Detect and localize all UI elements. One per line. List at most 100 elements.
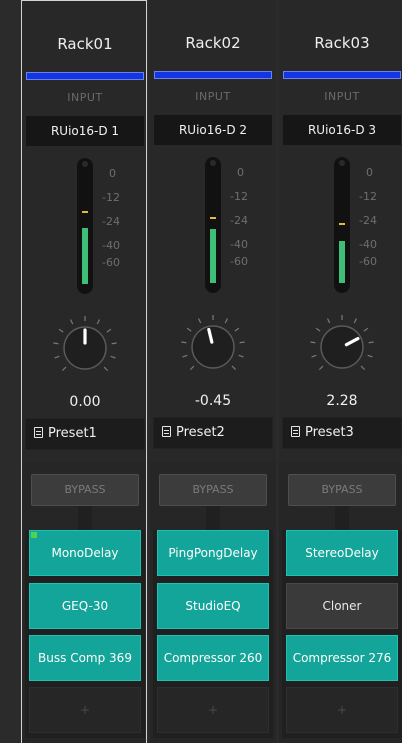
chain-connector xyxy=(206,506,220,530)
knob-tick xyxy=(54,355,60,359)
knob-tick xyxy=(367,354,373,358)
knob-tick xyxy=(310,341,316,344)
knob-body xyxy=(191,325,235,369)
meter-clip-indicator xyxy=(82,161,88,167)
bypass-button[interactable]: BYPASS xyxy=(288,474,396,506)
document-icon xyxy=(34,427,43,438)
knob-tick xyxy=(189,365,195,371)
knob-tick xyxy=(239,341,245,344)
plugin-slot[interactable]: PingPongDelay xyxy=(157,530,269,576)
plugin-slot[interactable]: MonoDelay xyxy=(29,530,141,576)
add-plugin-slot[interactable]: + xyxy=(29,687,141,733)
input-color-bar xyxy=(154,71,272,79)
gain-value: -0.45 xyxy=(194,393,232,409)
input-label: INPUT xyxy=(324,90,360,103)
plugin-name: Compressor 276 xyxy=(292,650,392,665)
plugin-slot[interactable]: Compressor 276 xyxy=(286,635,398,681)
input-source-selector[interactable]: RUio16-D 2 xyxy=(154,115,272,145)
gain-knob[interactable] xyxy=(51,314,119,382)
meter-scale-label: -24 xyxy=(359,214,377,227)
plugin-chain: MonoDelay GEQ-30 Buss Comp 369 + xyxy=(25,530,145,738)
add-plugin-slot[interactable]: + xyxy=(157,687,269,733)
meter-scale-label: -12 xyxy=(102,191,120,204)
preset-selector[interactable]: Preset1 xyxy=(25,418,145,450)
meter-level-fill xyxy=(210,228,216,283)
knob-tick xyxy=(61,366,67,372)
gain-knob[interactable] xyxy=(308,313,376,381)
gain-knob[interactable] xyxy=(179,313,247,381)
knob-tick xyxy=(197,318,202,324)
knob-tick xyxy=(53,342,59,345)
meter-scale-label: -12 xyxy=(230,190,248,203)
knob-tick xyxy=(110,355,116,359)
plugin-slot[interactable]: StudioEQ xyxy=(157,583,269,629)
meter-scale-label: -40 xyxy=(359,238,377,251)
plugin-slot[interactable]: Compressor 260 xyxy=(157,635,269,681)
knob-tick xyxy=(363,327,369,332)
plugin-name: GEQ-30 xyxy=(61,598,109,613)
rack-strip-3[interactable]: Rack03 INPUT RUio16-D 3 0 -12 -24 -40 -6… xyxy=(279,0,402,743)
plugin-slot[interactable]: Buss Comp 369 xyxy=(29,635,141,681)
document-icon xyxy=(291,426,300,437)
meter-scale-label: -60 xyxy=(359,255,377,268)
knob-tick xyxy=(238,354,244,358)
knob-tick xyxy=(326,318,331,324)
knob-graphic xyxy=(310,315,374,371)
meter-peak-marker xyxy=(339,222,345,225)
bypass-button[interactable]: BYPASS xyxy=(159,474,267,506)
input-source-selector[interactable]: RUio16-D 1 xyxy=(26,116,144,146)
plugin-slot[interactable]: Cloner xyxy=(286,583,398,629)
preset-selector[interactable]: Preset2 xyxy=(153,417,273,449)
plugin-chain: StereoDelay Cloner Compressor 276 + xyxy=(282,530,402,738)
knob-tick xyxy=(103,366,109,372)
knob-tick xyxy=(58,328,64,333)
knob-tick xyxy=(315,327,321,332)
plugin-slot[interactable]: StereoDelay xyxy=(286,530,398,576)
meter-scale-label: 0 xyxy=(109,167,116,180)
gain-value: 2.28 xyxy=(326,393,358,409)
knob-tick xyxy=(182,354,188,358)
preset-selector[interactable]: Preset3 xyxy=(282,417,402,449)
knob-tick xyxy=(234,327,240,332)
plugin-status-indicator xyxy=(31,532,37,538)
meter-scale-label: -60 xyxy=(102,256,120,269)
meter-scale-label: 0 xyxy=(237,166,244,179)
gain-value: 0.00 xyxy=(69,394,101,410)
preset-name: Preset1 xyxy=(48,426,97,441)
knob-tick xyxy=(181,341,187,344)
knob-tick xyxy=(360,365,366,371)
knob-tick xyxy=(111,342,117,345)
meter-peak-marker xyxy=(210,216,216,219)
meter-scale-label: 0 xyxy=(366,166,373,179)
meter-scale-label: -40 xyxy=(102,239,120,252)
knob-tick xyxy=(186,327,192,332)
knob-tick xyxy=(231,365,237,371)
rack-strip-1[interactable]: Rack01 INPUT RUio16-D 1 0 -12 -24 -40 -6… xyxy=(21,0,147,743)
rack-name: Rack02 xyxy=(185,34,241,52)
meter-scale-label: -60 xyxy=(230,255,248,268)
preset-name: Preset3 xyxy=(305,425,354,440)
plugin-chain: PingPongDelay StudioEQ Compressor 260 + xyxy=(153,530,273,738)
plugin-slot[interactable]: GEQ-30 xyxy=(29,583,141,629)
preset-name: Preset2 xyxy=(176,425,225,440)
meter-scale-label: -24 xyxy=(230,214,248,227)
input-label: INPUT xyxy=(195,90,231,103)
meter-scale-label: -40 xyxy=(230,238,248,251)
level-meter xyxy=(205,157,221,293)
plugin-name: Buss Comp 369 xyxy=(38,650,132,665)
bypass-button[interactable]: BYPASS xyxy=(31,474,139,506)
rack-name: Rack01 xyxy=(57,35,113,53)
input-color-bar xyxy=(26,72,144,80)
meter-level-fill xyxy=(339,241,345,283)
chain-connector xyxy=(78,506,92,530)
rack-strip-2[interactable]: Rack02 INPUT RUio16-D 2 0 -12 -24 -40 -6… xyxy=(150,0,276,743)
meter-level-fill xyxy=(82,228,88,284)
document-icon xyxy=(162,426,171,437)
level-meter xyxy=(77,158,93,294)
input-source-selector[interactable]: RUio16-D 3 xyxy=(283,115,401,145)
knob-tick xyxy=(311,354,317,358)
meter-clip-indicator xyxy=(339,160,345,166)
rack-name: Rack03 xyxy=(314,34,370,52)
add-plugin-slot[interactable]: + xyxy=(286,687,398,733)
plugin-name: StereoDelay xyxy=(305,545,379,560)
